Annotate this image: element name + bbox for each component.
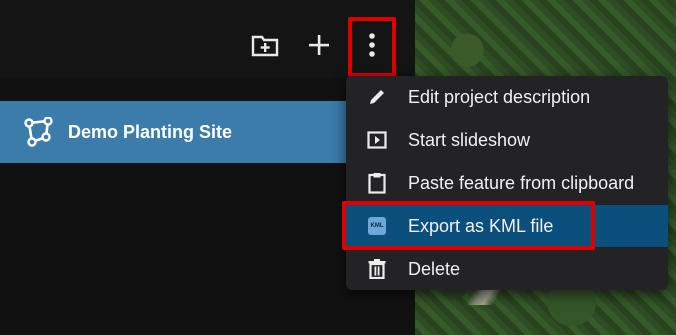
menu-item-label: Paste feature from clipboard [408,172,635,193]
trash-icon [362,254,392,284]
menu-item-label: Edit project description [408,86,591,107]
pencil-icon [362,82,392,112]
add-button[interactable] [304,30,334,60]
menu-item-label: Start slideshow [408,129,531,150]
new-folder-button[interactable] [250,30,280,60]
polygon-icon [22,115,56,149]
menu-item-label: Delete [408,258,461,279]
export-kml-highlight [342,201,595,250]
folder-plus-icon [251,35,279,57]
menu-item-paste-feature[interactable]: Paste feature from clipboard [346,162,668,204]
project-name: Demo Planting Site [68,121,233,142]
plus-icon [309,35,329,55]
slideshow-icon [362,125,392,155]
menu-item-delete[interactable]: Delete [346,248,668,290]
menu-item-start-slideshow[interactable]: Start slideshow [346,119,668,161]
menu-item-edit-description[interactable]: Edit project description [346,76,668,118]
project-options-menu: Edit project description Start slideshow… [346,76,668,290]
clipboard-icon [362,168,392,198]
more-button-highlight [348,17,396,77]
